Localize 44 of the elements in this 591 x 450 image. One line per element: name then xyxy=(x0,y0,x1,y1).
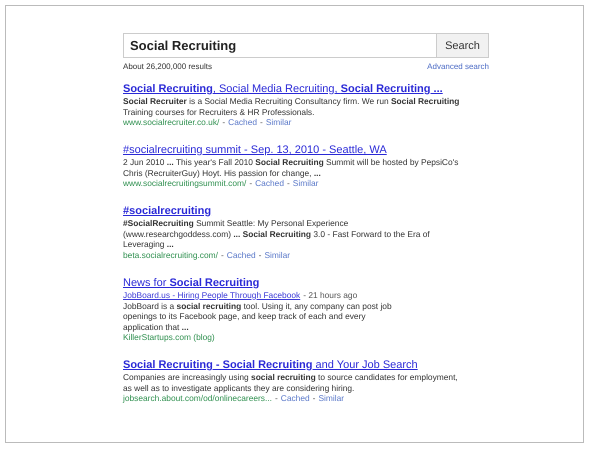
result-snippet: Social Recruiter is a Social Media Recruiting Consultancy firm. We run Social Recruiting xyxy=(123,96,460,106)
separator: - xyxy=(222,117,226,128)
result-snippet: 2 Jun 2010 ... This year's Fall 2010 Social Recruiting Summit will be hosted by PepsiCo's xyxy=(123,157,458,168)
search-button[interactable]: Search xyxy=(437,33,489,58)
news-headline-link[interactable]: JobBoard.us - Hiring People Through Facebook xyxy=(123,290,300,300)
cached-link[interactable]: Cached xyxy=(228,117,258,128)
result-title-link[interactable]: #socialrecruiting summit - Sep. 13, 2010 - Seattle, WA xyxy=(123,143,387,157)
result-url: jobsearch.about.com/od/onlinecareers... xyxy=(123,393,272,404)
result-title-link[interactable]: Social Recruiting - Social Recruiting and Your Job Search xyxy=(123,358,418,372)
news-snippet: JobBoard is a social recruiting tool. Using it, any company can post job xyxy=(123,300,392,311)
result-snippet: Companies are increasingly using social recruiting to source candidates for employment, xyxy=(123,372,458,382)
advanced-search-link[interactable]: Advanced search xyxy=(427,62,489,71)
cached-link[interactable]: Cached xyxy=(280,393,310,404)
result-snippet: as well as to investigate applicants they are considering hiring. xyxy=(123,382,354,393)
result-title-link[interactable]: #socialrecruiting xyxy=(123,204,212,218)
separator: - xyxy=(274,393,278,404)
result-url: beta.socialrecruiting.com/ xyxy=(123,250,218,260)
separator: - xyxy=(249,178,252,189)
results-count: About 26,200,000 results xyxy=(123,62,212,71)
news-title-link[interactable]: News for Social Recruiting xyxy=(123,276,260,290)
cached-link[interactable]: Cached xyxy=(255,178,284,189)
result-snippet: #SocialRecruiting Summit Seattle: My Personal Experience xyxy=(123,218,348,228)
news-snippet: application that ... xyxy=(123,322,189,332)
result-snippet: Training courses for Recruiters & HR Professionals. xyxy=(123,106,314,117)
cached-link[interactable]: Cached xyxy=(226,250,256,260)
result-title-link[interactable]: Social Recruiting, Social Media Recruiting, Social Recruiting ... xyxy=(123,82,443,96)
result-snippet: (www.researchgoddess.com) ... Social Recruiting 3.0 - Fast Forward to the Era of xyxy=(123,228,430,239)
news-time: - 21 hours ago xyxy=(303,290,358,300)
news-source: KillerStartups.com (blog) xyxy=(123,332,215,343)
similar-link[interactable]: Similar xyxy=(266,117,292,128)
result-url: www.socialrecruiter.co.uk/ xyxy=(123,117,220,128)
news-snippet: openings to its Facebook page, and keep track of each and every xyxy=(123,311,366,322)
similar-link[interactable]: Similar xyxy=(292,178,318,189)
similar-link[interactable]: Similar xyxy=(264,250,290,260)
search-field[interactable]: Social Recruiting xyxy=(123,33,437,58)
similar-link[interactable]: Similar xyxy=(318,393,344,404)
separator: - xyxy=(287,178,290,189)
result-snippet: Chris (RecruiterGuy) Hoyt. His passion for change, ... xyxy=(123,168,321,178)
separator: - xyxy=(312,393,316,404)
separator: - xyxy=(220,250,224,260)
separator: - xyxy=(260,117,263,128)
separator: - xyxy=(258,250,262,260)
result-url: www.socialrecruitingsummit.com/ xyxy=(123,178,246,189)
result-snippet: Leveraging ... xyxy=(123,239,174,250)
